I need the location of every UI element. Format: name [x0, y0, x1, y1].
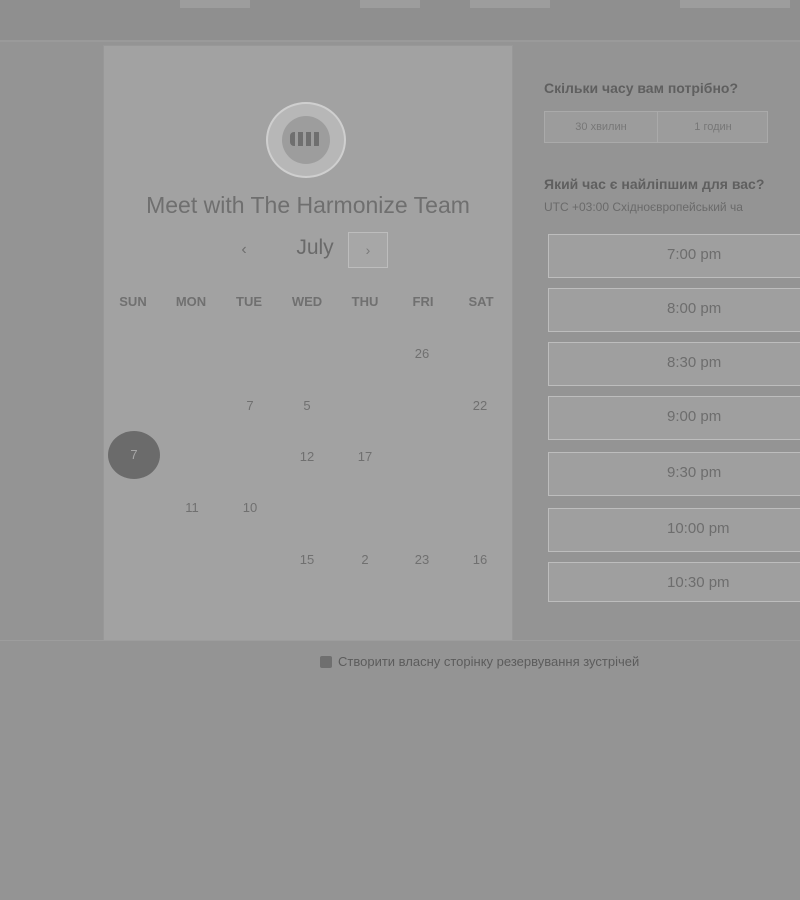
- time-slot-label: 9:30 pm: [667, 464, 722, 481]
- weekday-wed: WED: [291, 294, 323, 309]
- calendar-day[interactable]: 10: [230, 500, 270, 520]
- page: Meet with The Harmonize Team ‹ July › SU…: [0, 0, 800, 900]
- weekday-thu: THU: [351, 294, 379, 309]
- weekday-sun: SUN: [119, 294, 147, 309]
- calendar-day[interactable]: 7: [230, 398, 270, 418]
- time-slot-label: 10:30 pm: [667, 574, 730, 591]
- top-header-strip: [0, 0, 800, 42]
- time-slot[interactable]: 8:00 pm: [548, 288, 800, 332]
- logo-dots: [290, 132, 322, 146]
- weekday-mon: MON: [175, 294, 207, 309]
- weekday-header: SUN MON TUE WED THU FRI SAT: [104, 294, 512, 314]
- calendar-day[interactable]: 5: [287, 398, 327, 418]
- time-slot[interactable]: 8:30 pm: [548, 342, 800, 386]
- calendar-day[interactable]: 22: [460, 398, 500, 418]
- calendar-day[interactable]: 16: [460, 552, 500, 572]
- calendar-day[interactable]: 12: [287, 449, 327, 469]
- calendar-icon: [320, 656, 332, 668]
- month-label: July: [296, 236, 334, 259]
- next-month-button[interactable]: ›: [348, 232, 388, 268]
- time-slot-label: 10:00 pm: [667, 520, 730, 537]
- duration-selector: 30 хвилин 1 годин: [544, 111, 768, 143]
- time-slot-label: 8:30 pm: [667, 354, 722, 371]
- time-slot-label: 8:00 pm: [667, 300, 722, 317]
- calendar-day[interactable]: 15: [287, 552, 327, 572]
- header-smear: [470, 0, 550, 8]
- calendar-day[interactable]: 17: [345, 449, 385, 469]
- time-slot[interactable]: 9:30 pm: [548, 452, 800, 496]
- calendar-day[interactable]: 26: [402, 346, 442, 366]
- calendar-day[interactable]: 11: [172, 500, 212, 520]
- header-smear: [180, 0, 250, 8]
- time-slot[interactable]: 10:00 pm: [548, 508, 800, 552]
- calendar-day[interactable]: 23: [402, 552, 442, 572]
- page-title: Meet with The Harmonize Team: [146, 192, 470, 218]
- team-logo: [266, 102, 346, 178]
- month-navigation: ‹ July ›: [104, 232, 512, 270]
- time-slot[interactable]: 9:00 pm: [548, 396, 800, 440]
- header-smear: [360, 0, 420, 8]
- duration-option-1h[interactable]: 1 годин: [657, 112, 769, 142]
- time-slot[interactable]: 7:00 pm: [548, 234, 800, 278]
- weekday-fri: FRI: [412, 294, 434, 309]
- timezone-label: UTC +03:00 Східноєвропейський ча: [544, 200, 743, 214]
- weekday-sat: SAT: [468, 294, 494, 309]
- create-booking-page-text: Створити власну сторінку резервування зу…: [338, 654, 640, 669]
- weekday-tue: TUE: [236, 294, 262, 309]
- calendar-day-selected[interactable]: 7: [108, 431, 160, 479]
- duration-option-30min[interactable]: 30 хвилин: [545, 112, 658, 142]
- duration-question: Скільки часу вам потрібно?: [544, 80, 739, 96]
- time-slot[interactable]: 10:30 pm: [548, 562, 800, 602]
- calendar-day[interactable]: 2: [345, 552, 385, 572]
- time-question: Який час є найліпшим для вас?: [544, 176, 765, 192]
- time-slot-label: 7:00 pm: [667, 246, 722, 263]
- header-smear: [680, 0, 790, 8]
- create-booking-page-link[interactable]: Створити власну сторінку резервування зу…: [320, 654, 720, 669]
- prev-month-button[interactable]: ‹: [232, 238, 256, 262]
- time-slot-label: 9:00 pm: [667, 408, 722, 425]
